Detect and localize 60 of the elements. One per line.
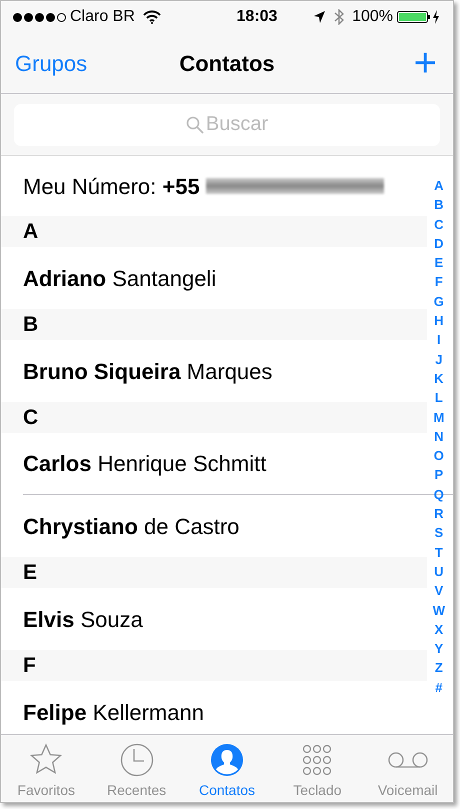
index-letter[interactable]: C bbox=[434, 214, 444, 234]
clock-time: 18:03 bbox=[236, 7, 278, 27]
person-icon bbox=[210, 743, 244, 777]
star-icon bbox=[29, 743, 64, 777]
charging-battery-icon bbox=[397, 9, 441, 25]
bluetooth-icon bbox=[334, 9, 344, 25]
index-letter[interactable]: K bbox=[434, 368, 444, 388]
index-letter[interactable]: E bbox=[434, 253, 444, 272]
index-letter[interactable]: # bbox=[435, 678, 442, 698]
contact-name[interactable]: Elvis Souza bbox=[23, 602, 143, 636]
search-icon bbox=[186, 116, 204, 134]
wifi-icon bbox=[142, 10, 161, 24]
index-letter[interactable]: Q bbox=[434, 484, 444, 504]
index-letter[interactable]: Z bbox=[434, 658, 443, 678]
index-letter[interactable]: Y bbox=[434, 639, 444, 658]
index-letter[interactable]: J bbox=[435, 350, 442, 369]
section-header: E bbox=[1, 557, 427, 588]
tab-bar-item[interactable]: Teclado bbox=[272, 735, 363, 802]
index-letter[interactable]: U bbox=[434, 562, 444, 582]
index-letter[interactable]: G bbox=[434, 292, 444, 312]
section-header: C bbox=[1, 402, 427, 433]
my-number-label: Meu Número: +55 bbox=[23, 172, 200, 200]
index-letter[interactable]: N bbox=[434, 426, 444, 446]
index-letter[interactable]: R bbox=[434, 504, 444, 524]
contact-name[interactable]: Felipe Kellermann bbox=[23, 696, 204, 728]
index-letter[interactable]: W bbox=[432, 600, 445, 620]
index-letter[interactable]: X bbox=[434, 620, 444, 640]
section-header: B bbox=[1, 309, 427, 340]
tab-bar-item[interactable]: Favoritos bbox=[1, 735, 92, 802]
contact-name[interactable]: Chrystiano de Castro bbox=[23, 510, 240, 542]
index-letter[interactable]: B bbox=[434, 195, 444, 215]
index-letter[interactable]: H bbox=[434, 311, 444, 330]
nav-title: Contatos bbox=[178, 50, 276, 78]
signal-icon bbox=[13, 12, 66, 22]
back-link[interactable]: Grupos bbox=[15, 46, 88, 80]
carrier-name: Claro BR bbox=[70, 7, 135, 27]
index-letter[interactable]: M bbox=[433, 408, 444, 427]
index-letter[interactable]: L bbox=[434, 388, 443, 408]
index-letter[interactable]: D bbox=[434, 234, 444, 254]
index-letter[interactable]: P bbox=[434, 465, 444, 485]
section-header: A bbox=[1, 216, 427, 247]
index-letter[interactable]: A bbox=[434, 176, 444, 196]
contact-name[interactable]: Bruno Siqueira Marques bbox=[23, 354, 272, 388]
tab-bar-item[interactable]: Voicemail bbox=[362, 735, 453, 802]
location-arrow-icon bbox=[313, 10, 326, 24]
clock-icon bbox=[120, 743, 154, 777]
add-button[interactable]: + bbox=[414, 43, 439, 83]
index-letter[interactable]: V bbox=[434, 581, 444, 601]
contact-name[interactable]: Carlos Henrique Schmitt bbox=[23, 447, 266, 480]
search-field[interactable]: Buscar bbox=[14, 104, 440, 146]
section-header: F bbox=[1, 650, 427, 681]
battery-percent: 100% bbox=[352, 7, 393, 27]
index-letter[interactable]: T bbox=[434, 542, 443, 562]
contact-name[interactable]: Adriano Santangeli bbox=[23, 262, 216, 294]
index-letter[interactable]: F bbox=[434, 272, 443, 292]
index-letter[interactable]: I bbox=[437, 330, 441, 350]
index-letter[interactable]: O bbox=[434, 446, 444, 466]
tab-bar-item[interactable]: Recentes bbox=[91, 735, 182, 802]
index-letter[interactable]: S bbox=[434, 523, 444, 543]
tab-bar-item[interactable]: Contatos bbox=[182, 735, 272, 802]
